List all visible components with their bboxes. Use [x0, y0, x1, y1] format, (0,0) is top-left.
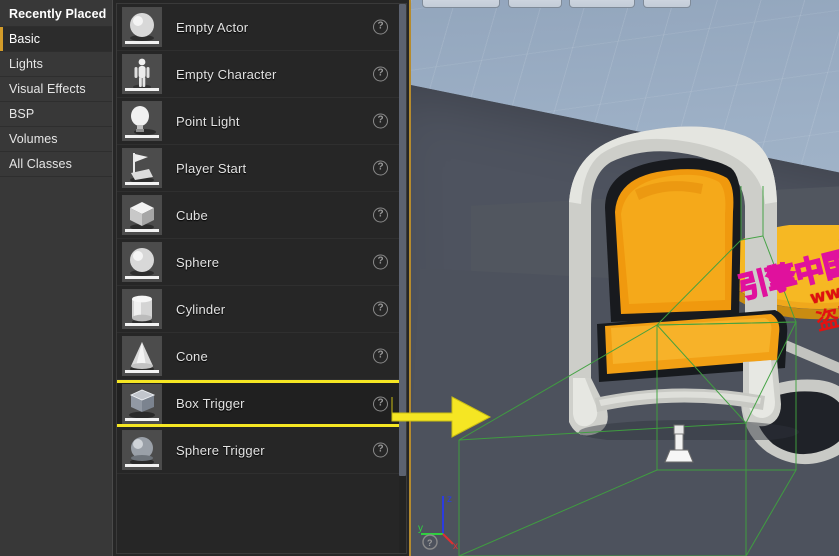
player-start-thumb: [122, 148, 162, 188]
list-item-point-light[interactable]: Point Light?: [117, 98, 406, 145]
help-circle-icon[interactable]: ?: [373, 113, 388, 129]
sidebar-item-label: Volumes: [9, 132, 58, 146]
list-item-empty-actor[interactable]: Empty Actor?: [117, 4, 406, 51]
list-item-player-start[interactable]: Player Start?: [117, 145, 406, 192]
help-circle-icon[interactable]: ?: [373, 160, 388, 176]
list-item-label: Sphere Trigger: [176, 442, 265, 458]
sidebar-item-basic[interactable]: Basic: [0, 27, 112, 52]
help-circle-icon[interactable]: ?: [373, 19, 388, 35]
list-item-label: Cube: [176, 207, 208, 223]
actor-list-scroll-area[interactable]: Empty Actor? Empty Character? Point Light?…: [116, 3, 407, 554]
unreal-editor-window: Recently Placed Basic Lights Visual Effects…: [0, 0, 839, 556]
list-item-label: Point Light: [176, 113, 240, 129]
lightbulb-thumb: [122, 101, 162, 141]
orange-chair: [539, 110, 829, 444]
help-circle-icon[interactable]: ?: [373, 66, 388, 82]
viewport-toolbar-button-3[interactable]: [643, 0, 691, 8]
sidebar-item-recently-placed[interactable]: Recently Placed: [0, 2, 112, 27]
sidebar-item-all-classes[interactable]: All Classes: [0, 152, 112, 177]
cone-thumb: [122, 336, 162, 376]
help-circle-icon[interactable]: ?: [373, 348, 388, 364]
scrollbar-thumb[interactable]: [399, 4, 406, 477]
help-circle-icon[interactable]: ?: [373, 301, 388, 317]
help-circle-icon[interactable]: ?: [373, 207, 388, 223]
sidebar-item-label: All Classes: [9, 157, 72, 171]
help-circle-icon[interactable]: ?: [373, 254, 388, 270]
list-item-empty-character[interactable]: Empty Character?: [117, 51, 406, 98]
sidebar-item-visual-effects[interactable]: Visual Effects: [0, 77, 112, 102]
sphere-trigger-thumb: [122, 430, 162, 470]
sidebar-item-label: Lights: [9, 57, 43, 71]
list-item-label: Cylinder: [176, 301, 226, 317]
viewport-toolbar-stub: [411, 0, 839, 11]
list-item-box-trigger[interactable]: Box Trigger?: [117, 380, 406, 427]
sidebar-item-label: Basic: [9, 32, 41, 46]
viewport-axis-gizmo: z y x ?: [415, 490, 475, 552]
viewport-toolbar-button-0[interactable]: [422, 0, 500, 8]
list-item-label: Player Start: [176, 160, 247, 176]
axis-label-y: y: [418, 523, 423, 534]
sidebar-item-label: Recently Placed: [9, 7, 107, 21]
sphere-thumb: [122, 242, 162, 282]
character-thumb: [122, 54, 162, 94]
sidebar-item-bsp[interactable]: BSP: [0, 102, 112, 127]
sidebar-item-label: BSP: [9, 107, 35, 121]
drop-placement-cursor: [662, 424, 696, 466]
cube-thumb: [122, 195, 162, 235]
level-viewport[interactable]: z y x ? 引擎中国 www.enginedx.com 盗图必究 实物拍摄: [409, 0, 839, 556]
list-item-label: Box Trigger: [176, 396, 245, 411]
list-item-cone[interactable]: Cone?: [117, 333, 406, 380]
viewport-toolbar-button-2[interactable]: [569, 0, 635, 8]
list-item-label: Empty Actor: [176, 19, 249, 35]
place-actors-category-sidebar: Recently Placed Basic Lights Visual Effects…: [0, 0, 112, 556]
list-item-label: Sphere: [176, 254, 220, 270]
list-item-cube[interactable]: Cube?: [117, 192, 406, 239]
place-actors-list-panel: Empty Actor? Empty Character? Point Light?…: [112, 0, 409, 556]
sidebar-item-lights[interactable]: Lights: [0, 52, 112, 77]
sphere-thumb: [122, 7, 162, 47]
sidebar-item-label: Visual Effects: [9, 82, 86, 96]
axis-label-x: x: [453, 541, 458, 552]
list-item-sphere[interactable]: Sphere?: [117, 239, 406, 286]
list-item-label: Cone: [176, 348, 208, 364]
help-circle-icon[interactable]: ?: [373, 442, 388, 458]
box-trigger-thumb: [122, 383, 162, 424]
cylinder-thumb: [122, 289, 162, 329]
list-item-label: Empty Character: [176, 66, 277, 82]
actor-list-scrollbar[interactable]: [399, 4, 406, 553]
axis-label-z: z: [447, 494, 452, 505]
sidebar-item-volumes[interactable]: Volumes: [0, 127, 112, 152]
list-item-sphere-trigger[interactable]: Sphere Trigger?: [117, 427, 406, 474]
list-item-cylinder[interactable]: Cylinder?: [117, 286, 406, 333]
help-circle-icon[interactable]: ?: [373, 396, 388, 411]
viewport-toolbar-button-1[interactable]: [508, 0, 562, 8]
gizmo-help-glyph: ?: [427, 538, 433, 548]
